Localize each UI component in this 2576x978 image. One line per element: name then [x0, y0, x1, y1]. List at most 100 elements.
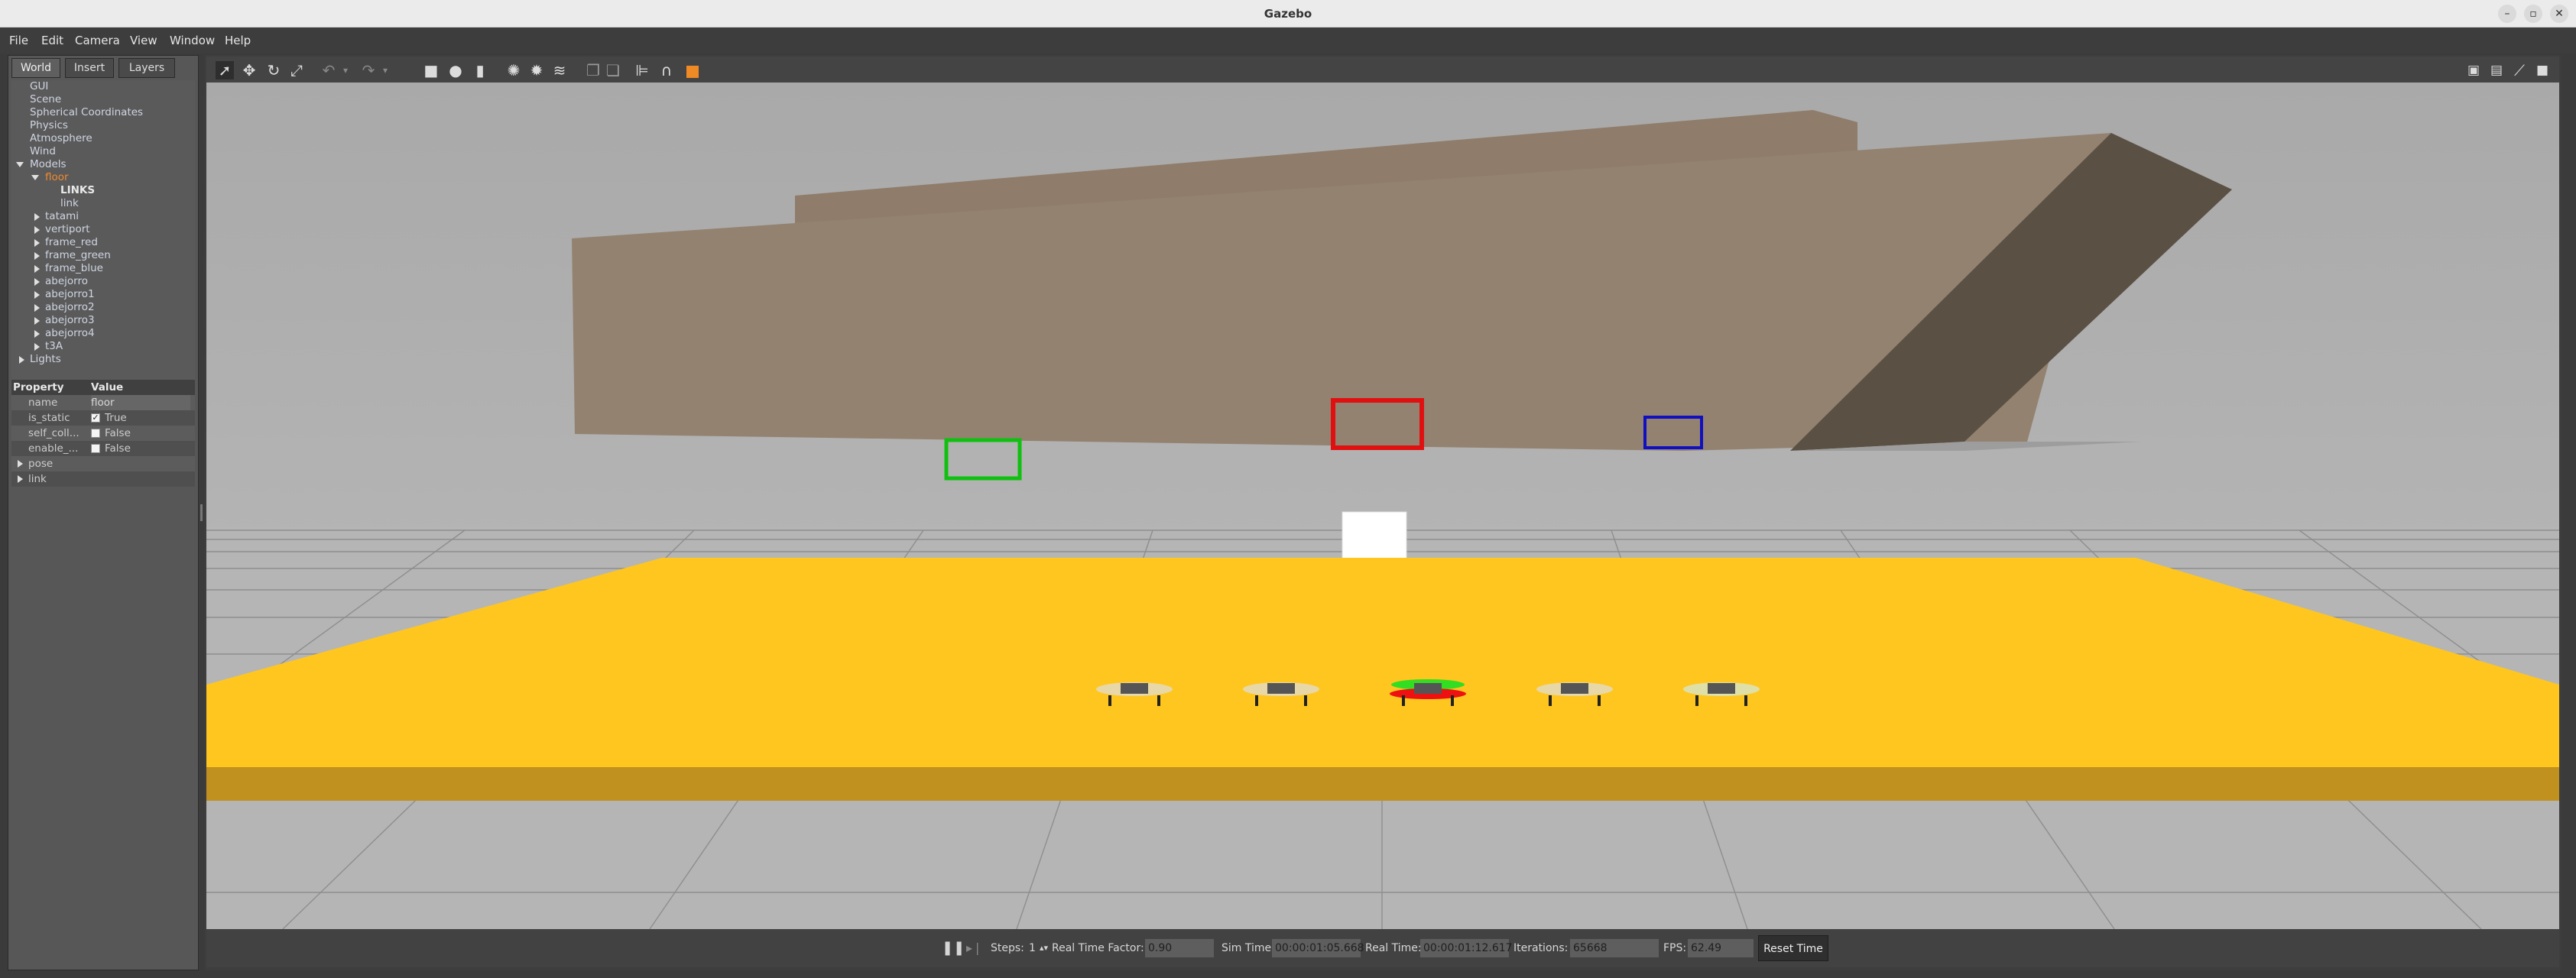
property-row-name[interactable]: name floor	[11, 395, 195, 410]
tree-item-models[interactable]: Models	[30, 158, 67, 171]
steps-dropdown-icon[interactable]: ▴▾	[1040, 929, 1048, 967]
spot-light-icon[interactable]: ✹	[527, 61, 546, 79]
property-header: Property	[13, 381, 64, 393]
property-name: self_coll...	[28, 427, 79, 439]
floor-platform	[206, 558, 2559, 801]
status-bar: ❚❚ ▸❘ Steps: 1 ▴▾ Real Time Factor: 0.90…	[206, 929, 2559, 967]
checkbox-is-static[interactable]: ✓	[91, 413, 100, 423]
point-light-icon[interactable]: ✺	[504, 61, 523, 79]
tree-item-model[interactable]: abejorro	[45, 275, 88, 288]
tree-item-scene[interactable]: Scene	[30, 93, 61, 106]
reset-time-button[interactable]: Reset Time	[1758, 935, 1828, 961]
menu-window[interactable]: Window	[170, 28, 215, 53]
menu-edit[interactable]: Edit	[41, 28, 63, 53]
tree-item-model[interactable]: frame_blue	[45, 262, 103, 275]
checkbox-self-collide[interactable]	[91, 429, 100, 438]
step-icon[interactable]: ▸❘	[966, 929, 982, 967]
plot-icon[interactable]: ⟋	[2510, 61, 2529, 79]
property-row-self-collide[interactable]: self_coll... False	[11, 426, 195, 441]
menu-file[interactable]: File	[9, 28, 28, 53]
tatami-expand-arrow-icon[interactable]	[34, 213, 40, 221]
tree-item-spherical-coordinates[interactable]: Spherical Coordinates	[30, 106, 143, 119]
frame-blue-expand-arrow-icon[interactable]	[34, 265, 40, 273]
lights-expand-arrow-icon[interactable]	[19, 356, 24, 364]
tree-item-model[interactable]: tatami	[45, 210, 79, 223]
tree-item-model[interactable]: frame_green	[45, 249, 111, 262]
pose-expand-arrow-icon[interactable]	[18, 460, 23, 468]
tree-item-model[interactable]: abejorro2	[45, 301, 95, 314]
screenshot-camera-icon[interactable]: ▣	[2464, 61, 2483, 79]
redo-dropdown-icon[interactable]: ▾	[376, 61, 394, 79]
translate-icon[interactable]: ✥	[240, 61, 258, 79]
rotate-icon[interactable]: ↻	[264, 61, 283, 79]
select-arrow-icon[interactable]: ➚	[216, 61, 234, 79]
property-group-link[interactable]: link	[11, 471, 195, 487]
value-header: Value	[91, 381, 124, 393]
property-table: Property Value name floor is_static ✓ Tr…	[11, 380, 195, 548]
close-icon[interactable]: ✕	[2550, 5, 2568, 23]
t3a-expand-arrow-icon[interactable]	[34, 343, 40, 351]
tree-item-physics[interactable]: Physics	[30, 119, 68, 132]
floor-expand-arrow-icon[interactable]	[31, 175, 39, 180]
tab-world[interactable]: World	[11, 58, 60, 78]
property-row-is-static[interactable]: is_static ✓ True	[11, 410, 195, 426]
menu-view[interactable]: View	[130, 28, 157, 53]
tree-item-wind[interactable]: Wind	[30, 145, 56, 158]
tab-layers[interactable]: Layers	[118, 58, 175, 78]
tree-item-model[interactable]: t3A	[45, 340, 63, 353]
tree-item-model[interactable]: frame_red	[45, 236, 98, 249]
tree-item-link[interactable]: link	[60, 197, 79, 210]
align-icon[interactable]: ⊫	[633, 61, 651, 79]
property-group-pose[interactable]: pose	[11, 456, 195, 471]
abejorro-expand-arrow-icon[interactable]	[34, 278, 40, 286]
tree-item-model[interactable]: abejorro3	[45, 314, 95, 327]
maximize-icon[interactable]: ▫	[2524, 5, 2542, 23]
tab-insert[interactable]: Insert	[65, 58, 114, 78]
pause-icon[interactable]: ❚❚	[942, 929, 965, 967]
sim-time-value: 00:00:01:05.668	[1272, 939, 1364, 957]
models-expand-arrow-icon[interactable]	[16, 162, 24, 167]
tree-item-floor[interactable]: floor	[45, 171, 69, 184]
menu-help[interactable]: Help	[225, 28, 251, 53]
property-header-row: Property Value	[11, 380, 195, 395]
tree-item-atmosphere[interactable]: Atmosphere	[30, 132, 92, 145]
property-row-enable-wind[interactable]: enable_... False	[11, 441, 195, 456]
tree-item-model[interactable]: abejorro4	[45, 327, 95, 340]
property-value: False	[105, 442, 131, 455]
tree-item-model[interactable]: vertiport	[45, 223, 90, 236]
property-value[interactable]: floor	[91, 395, 190, 410]
frame-red-expand-arrow-icon[interactable]	[34, 239, 40, 247]
tree-item-gui[interactable]: GUI	[30, 80, 48, 93]
sphere-shape-icon[interactable]: ●	[446, 61, 465, 79]
viewport-toolbar: ➚ ✥ ↻ ⤢ ↶ ▾ ↷ ▾ ■ ● ▮ ✺ ✹ ≋ ❐ ❏ ⊫ ∩ ▣ ▤ …	[206, 57, 2559, 83]
checkbox-enable-wind[interactable]	[91, 444, 100, 453]
cylinder-shape-icon[interactable]: ▮	[471, 61, 489, 79]
frame-green-expand-arrow-icon[interactable]	[34, 252, 40, 260]
undo-dropdown-icon[interactable]: ▾	[336, 61, 355, 79]
log-icon[interactable]: ▤	[2487, 61, 2506, 79]
snap-icon[interactable]: ∩	[657, 61, 676, 79]
video-record-icon[interactable]: ■	[2533, 61, 2552, 79]
abejorro2-expand-arrow-icon[interactable]	[34, 304, 40, 312]
link-expand-arrow-icon[interactable]	[18, 475, 23, 483]
tree-item-model[interactable]: abejorro1	[45, 288, 95, 301]
menu-camera[interactable]: Camera	[75, 28, 120, 53]
steps-spinbox[interactable]: 1	[1029, 929, 1036, 967]
paste-icon[interactable]: ❏	[604, 61, 622, 79]
scale-icon[interactable]: ⤢	[287, 61, 306, 79]
abejorro1-expand-arrow-icon[interactable]	[34, 291, 40, 299]
abejorro4-expand-arrow-icon[interactable]	[34, 330, 40, 338]
copy-icon[interactable]: ❐	[584, 61, 602, 79]
tree-item-lights[interactable]: Lights	[30, 353, 61, 366]
orange-selection-icon[interactable]	[683, 61, 702, 79]
panel-splitter-handle[interactable]	[200, 504, 203, 521]
redo-icon[interactable]: ↷	[359, 61, 378, 79]
undo-icon[interactable]: ↶	[320, 61, 338, 79]
left-panel: World Insert Layers GUI Scene Spherical …	[8, 55, 199, 970]
box-shape-icon[interactable]: ■	[422, 61, 440, 79]
minimize-icon[interactable]: –	[2498, 5, 2516, 23]
3d-viewport[interactable]	[206, 83, 2559, 929]
abejorro3-expand-arrow-icon[interactable]	[34, 317, 40, 325]
vertiport-expand-arrow-icon[interactable]	[34, 226, 40, 234]
directional-light-icon[interactable]: ≋	[550, 61, 569, 79]
